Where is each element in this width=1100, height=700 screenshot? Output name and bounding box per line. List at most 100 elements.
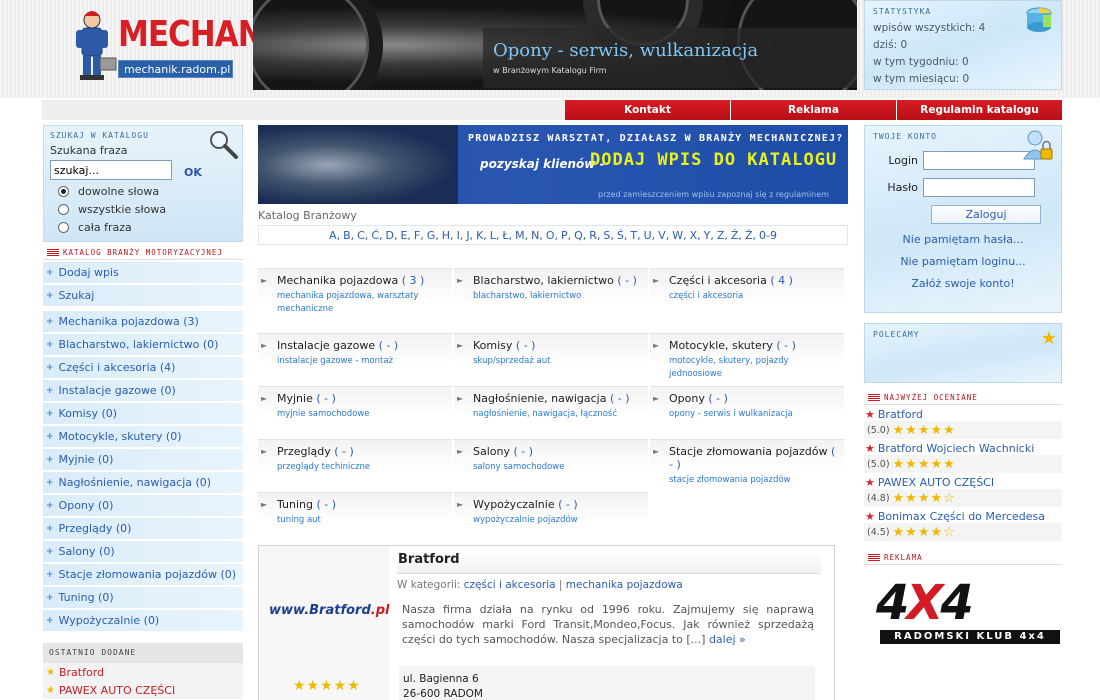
- category-tile[interactable]: ► Mechanika pojazdowa ( 3 ) mechanika poja…: [258, 268, 452, 330]
- sidebar-category-item[interactable]: + Części i akcesoria (4): [43, 357, 243, 378]
- forgot-login-link[interactable]: Nie pamiętam loginu...: [873, 255, 1053, 268]
- forgot-password-link[interactable]: Nie pamiętam hasła...: [873, 233, 1053, 246]
- password-input[interactable]: [923, 178, 1035, 197]
- ad-banner-4x4[interactable]: 4X4 RADOMSKI KLUB 4x4: [876, 575, 1060, 645]
- category-tile[interactable]: ► Instalacje gazowe ( - ) instalacje gazow…: [258, 333, 452, 383]
- alphabet-letter-link[interactable]: Ż,: [731, 229, 742, 242]
- category-tags[interactable]: stacje złomowania pojazdów: [669, 474, 840, 487]
- sidebar-category-item[interactable]: + Motocykle, skutery (0): [43, 426, 243, 447]
- category-tags[interactable]: myjnie samochodowe: [277, 408, 448, 421]
- promo-cta[interactable]: DODAJ WPIS DO KATALOGU: [590, 150, 837, 170]
- category-tags[interactable]: motocykle, skutery, pojazdy jednoosiowe: [669, 355, 840, 381]
- sidebar-item[interactable]: + Szukaj: [43, 285, 243, 306]
- category-name[interactable]: Motocykle, skutery ( - ): [669, 339, 840, 352]
- category-tags[interactable]: blacharstwo, lakiernictwo: [473, 290, 644, 303]
- category-tile[interactable]: ► Salony ( - ) salony samochodowe: [454, 439, 648, 489]
- listing-title[interactable]: Bratford: [397, 552, 821, 574]
- category-title[interactable]: Instalacje gazowe: [277, 339, 375, 352]
- category-title[interactable]: Salony: [473, 445, 510, 458]
- alphabet-letter-link[interactable]: Ś,: [617, 229, 627, 242]
- sidebar-category-item[interactable]: + Opony (0): [43, 495, 243, 516]
- alphabet-letter-link[interactable]: P,: [561, 229, 571, 242]
- login-button[interactable]: Zaloguj: [931, 205, 1041, 224]
- top-rated-name[interactable]: ★ Bonimax Części do Mercedesa: [864, 510, 1062, 523]
- recent-item[interactable]: ★ Bratford: [43, 663, 243, 681]
- alphabet-letter-link[interactable]: F,: [414, 229, 424, 242]
- category-tile[interactable]: ► Części i akcesoria ( 4 ) części i akceso…: [650, 268, 844, 330]
- category-title[interactable]: Stacje złomowania pojazdów: [669, 445, 827, 458]
- nav-kontakt[interactable]: Kontakt: [565, 100, 731, 120]
- alphabet-letter-link[interactable]: B,: [343, 229, 354, 242]
- alphabet-letter-link[interactable]: Ł,: [502, 229, 512, 242]
- sidebar-category-item[interactable]: + Przeglądy (0): [43, 518, 243, 539]
- category-tile[interactable]: ► Komisy ( - ) skup/sprzedaż aut: [454, 333, 648, 383]
- category-title[interactable]: Motocykle, skutery: [669, 339, 773, 352]
- category-name[interactable]: Salony ( - ): [473, 445, 644, 458]
- category-tags[interactable]: nagłośnienie, nawigacja, łączność: [473, 408, 644, 421]
- category-tile[interactable]: ► Nagłośnienie, nawigacja ( - ) nagłośnien…: [454, 386, 648, 436]
- category-tags[interactable]: tuning aut: [277, 514, 448, 527]
- category-tags[interactable]: opony - serwis i wulkanizacja: [669, 408, 840, 421]
- alphabet-letter-link[interactable]: C,: [357, 229, 368, 242]
- category-name[interactable]: Części i akcesoria ( 4 ): [669, 274, 840, 287]
- category-title[interactable]: Nagłośnienie, nawigacja: [473, 392, 606, 405]
- category-name[interactable]: Mechanika pojazdowa ( 3 ): [277, 274, 448, 287]
- logo-url[interactable]: mechanik.radom.pl: [118, 60, 233, 78]
- site-logo[interactable]: MECHANIK mechanik.radom.pl: [70, 8, 297, 88]
- category-name[interactable]: Stacje złomowania pojazdów ( - ): [669, 445, 840, 471]
- alphabet-letter-link[interactable]: O,: [546, 229, 558, 242]
- login-input[interactable]: [923, 151, 1035, 170]
- category-name[interactable]: Tuning ( - ): [277, 498, 448, 511]
- radio-icon[interactable]: [58, 204, 69, 215]
- search-option-any[interactable]: dowolne słowa: [58, 185, 236, 198]
- category-tags[interactable]: mechanika pojazdowa, warsztaty mechanicz…: [277, 290, 448, 316]
- alphabet-letter-link[interactable]: Ć,: [371, 229, 382, 242]
- category-title[interactable]: Części i akcesoria: [669, 274, 767, 287]
- search-option-phrase[interactable]: cała fraza: [58, 221, 236, 234]
- search-option-all[interactable]: wszystkie słowa: [58, 203, 236, 216]
- category-link[interactable]: części i akcesoria: [464, 579, 556, 591]
- search-input[interactable]: [50, 160, 172, 180]
- promo-banner[interactable]: PROWADZISZ WARSZTAT, DZIAŁASZ W BRANŻY M…: [258, 125, 848, 204]
- category-tags[interactable]: instalacje gazowe - montaż: [277, 355, 448, 368]
- register-link[interactable]: Załóż swoje konto!: [873, 277, 1053, 290]
- category-name[interactable]: Instalacje gazowe ( - ): [277, 339, 448, 352]
- sidebar-category-item[interactable]: + Nagłośnienie, nawigacja (0): [43, 472, 243, 493]
- alphabet-letter-link[interactable]: I,: [457, 229, 464, 242]
- top-rated-label[interactable]: Bonimax Części do Mercedesa: [878, 510, 1045, 523]
- radio-icon[interactable]: [58, 222, 69, 233]
- alphabet-letter-link[interactable]: M,: [515, 229, 528, 242]
- category-title[interactable]: Tuning: [277, 498, 313, 511]
- alphabet-letter-link[interactable]: 0-9: [759, 229, 777, 242]
- category-tags[interactable]: wypożyczalnie pojazdów: [473, 514, 644, 527]
- alphabet-letter-link[interactable]: G,: [427, 229, 439, 242]
- alphabet-letter-link[interactable]: Z,: [717, 229, 728, 242]
- category-title[interactable]: Wypożyczalnie: [473, 498, 555, 511]
- category-name[interactable]: Wypożyczalnie ( - ): [473, 498, 644, 511]
- alphabet-letter-link[interactable]: T,: [630, 229, 640, 242]
- top-rated-label[interactable]: Bratford Wojciech Wachnicki: [878, 442, 1034, 455]
- category-name[interactable]: Opony ( - ): [669, 392, 840, 405]
- category-title[interactable]: Przeglądy: [277, 445, 331, 458]
- alphabet-letter-link[interactable]: K,: [476, 229, 487, 242]
- category-tags[interactable]: części i akcesoria: [669, 290, 840, 303]
- sidebar-category-item[interactable]: + Myjnie (0): [43, 449, 243, 470]
- category-name[interactable]: Nagłośnienie, nawigacja ( - ): [473, 392, 644, 405]
- category-tags[interactable]: przeglądy techiniczne: [277, 461, 448, 474]
- category-title[interactable]: Mechanika pojazdowa: [277, 274, 398, 287]
- category-title[interactable]: Komisy: [473, 339, 512, 352]
- sidebar-item[interactable]: + Dodaj wpis: [43, 262, 243, 283]
- top-rated-label[interactable]: PAWEX AUTO CZĘŚCI: [878, 476, 994, 489]
- alphabet-letter-link[interactable]: V,: [658, 229, 669, 242]
- alphabet-letter-link[interactable]: Y,: [704, 229, 714, 242]
- sidebar-category-item[interactable]: + Blacharstwo, lakiernictwo (0): [43, 334, 243, 355]
- radio-checked-icon[interactable]: [58, 186, 69, 197]
- alphabet-letter-link[interactable]: J,: [466, 229, 473, 242]
- alphabet-letter-link[interactable]: Q,: [574, 229, 586, 242]
- top-rated-name[interactable]: ★ Bratford: [864, 408, 1062, 421]
- category-tile[interactable]: ► Blacharstwo, lakiernictwo ( - ) blachars…: [454, 268, 648, 330]
- nav-reklama[interactable]: Reklama: [731, 100, 897, 120]
- category-tile[interactable]: ► Motocykle, skutery ( - ) motocykle, skut…: [650, 333, 844, 383]
- alphabet-letter-link[interactable]: E,: [400, 229, 410, 242]
- alphabet-letter-link[interactable]: S,: [603, 229, 613, 242]
